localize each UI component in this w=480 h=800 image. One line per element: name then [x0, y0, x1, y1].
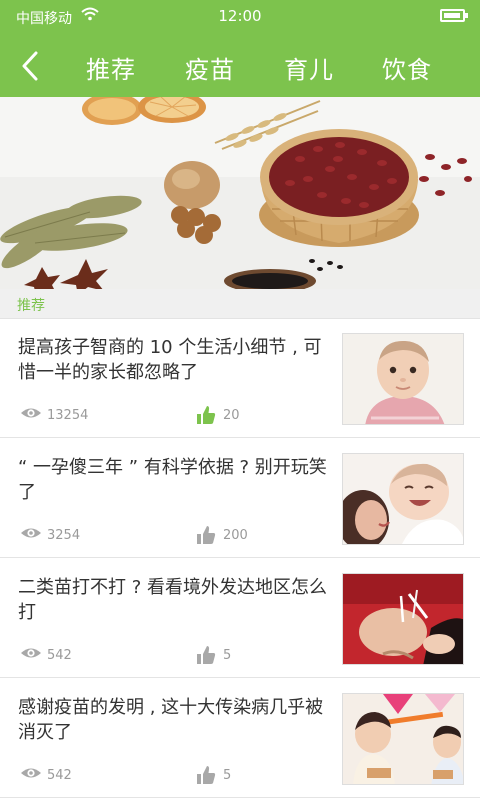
article-thumbnail[interactable] — [342, 573, 464, 665]
back-chevron-icon[interactable] — [14, 48, 48, 84]
tab-diet[interactable]: 饮食 — [382, 50, 432, 85]
eye-icon — [21, 648, 41, 658]
mother-baby-photo — [343, 454, 463, 544]
status-bar: 中国移动 12:00 — [0, 0, 480, 32]
top-bar: 中国移动 12:00 推荐 疫苗 育儿 饮食 — [0, 0, 480, 97]
tab-parenting[interactable]: 育儿 — [284, 50, 334, 85]
eye-icon — [21, 528, 41, 538]
article-thumbnail[interactable] — [342, 453, 464, 545]
tab-recommend[interactable]: 推荐 — [86, 50, 136, 85]
like-count-value: 200 — [223, 528, 248, 543]
baby-photo — [343, 334, 463, 424]
article-title[interactable]: 提高孩子智商的 10 个生活小细节 , 可惜一半的家长都忽略了 — [18, 335, 336, 385]
tab-vaccine[interactable]: 疫苗 — [185, 50, 235, 85]
article-card[interactable]: 提高孩子智商的 10 个生活小细节 , 可惜一半的家长都忽略了 13254 20 — [0, 319, 480, 438]
clock: 12:00 — [218, 7, 262, 25]
like-count-value: 5 — [223, 648, 232, 663]
article-title[interactable]: 感谢疫苗的发明 , 这十大传染病几乎被消灭了 — [18, 695, 336, 745]
eye-icon — [21, 768, 41, 778]
eye-icon — [21, 408, 41, 418]
view-count-value: 13254 — [47, 408, 89, 423]
view-count-value: 3254 — [47, 528, 81, 543]
thumbs-up-icon[interactable] — [196, 645, 216, 665]
battery-icon — [440, 9, 468, 22]
like-count-value: 20 — [223, 408, 240, 423]
article-title[interactable]: 二类苗打不打 ? 看看境外发达地区怎么打 — [18, 575, 336, 625]
section-label: 推荐 — [17, 298, 45, 314]
thumbs-up-icon[interactable] — [196, 405, 216, 425]
banner-illustration — [0, 97, 480, 289]
thumbs-up-icon[interactable] — [196, 525, 216, 545]
vaccination-photo — [343, 574, 463, 664]
article-card[interactable]: “ 一孕傻三年 ” 有科学依据 ? 别开玩笑了 3254 200 — [0, 439, 480, 558]
nav-bar: 推荐 疫苗 育儿 饮食 — [0, 36, 480, 96]
battery-level — [444, 13, 460, 18]
view-count-value: 542 — [47, 648, 72, 663]
kids-party-photo — [343, 694, 463, 784]
article-thumbnail[interactable] — [342, 693, 464, 785]
article-card[interactable]: 感谢疫苗的发明 , 这十大传染病几乎被消灭了 542 5 — [0, 679, 480, 798]
thumbs-up-icon[interactable] — [196, 765, 216, 785]
section-header: 推荐 — [0, 289, 480, 319]
article-card[interactable]: 二类苗打不打 ? 看看境外发达地区怎么打 542 5 — [0, 559, 480, 678]
like-count-value: 5 — [223, 768, 232, 783]
view-count-value: 542 — [47, 768, 72, 783]
banner-image[interactable] — [0, 97, 480, 289]
article-thumbnail[interactable] — [342, 333, 464, 425]
article-title[interactable]: “ 一孕傻三年 ” 有科学依据 ? 别开玩笑了 — [18, 455, 336, 505]
